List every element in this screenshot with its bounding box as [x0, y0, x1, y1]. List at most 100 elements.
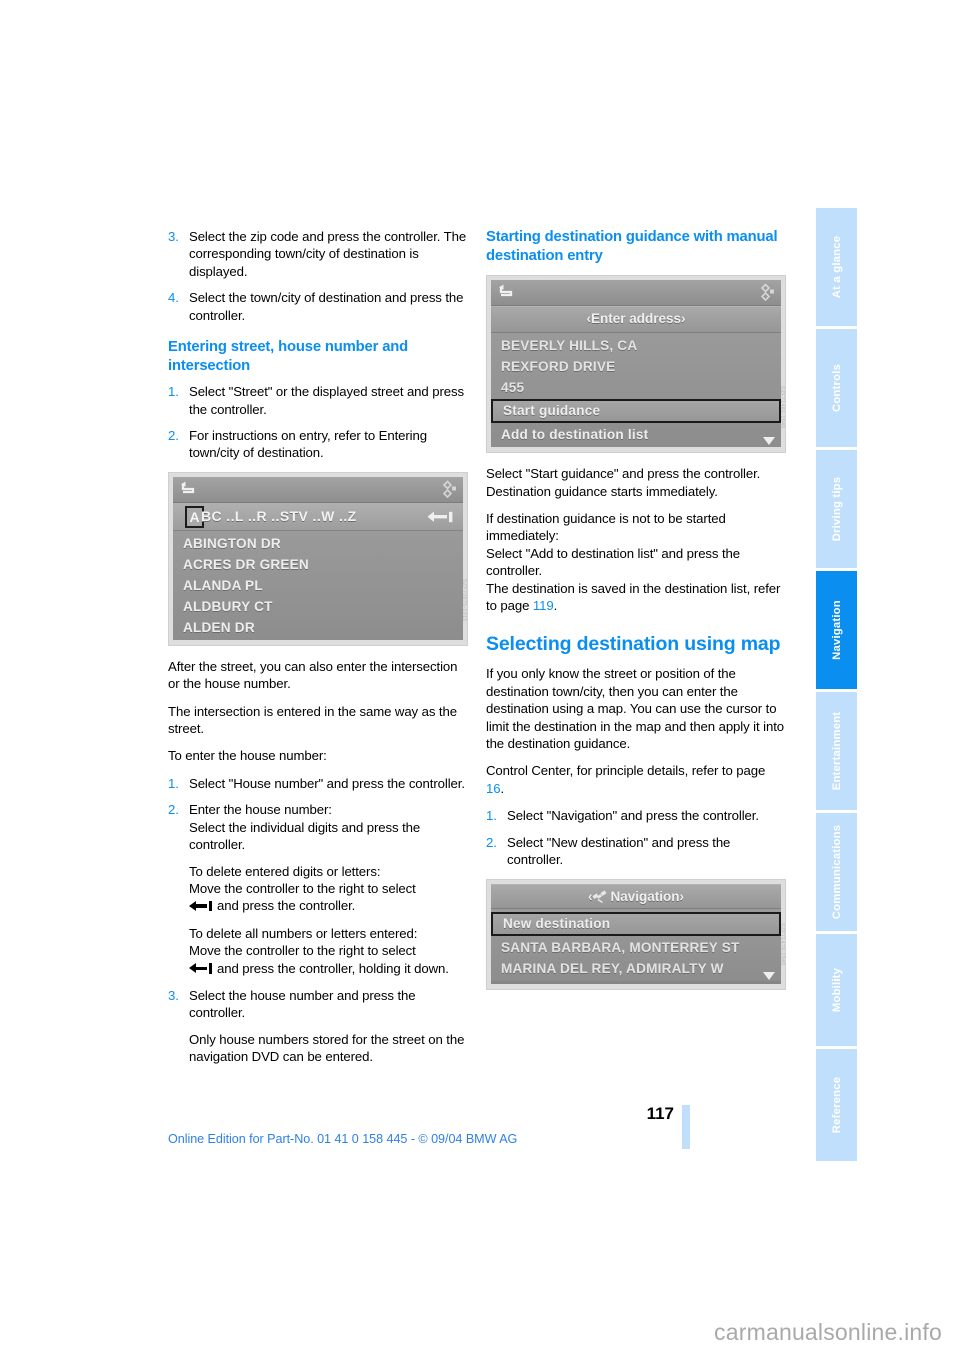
back-arrow-icon[interactable]: [179, 481, 197, 497]
step-text: Select the house number and press the co…: [189, 987, 416, 1021]
para-map-intro: If you only know the street or position …: [486, 666, 784, 752]
step-number: 2.: [168, 802, 179, 818]
idrive-topbar: [491, 280, 781, 307]
idrive-screen-navigation: ‹ Navigation› New destination SANTA BARB: [491, 883, 781, 984]
figure-enter-address: ‹Enter address› BEVERLY HILLS, CA REXFOR…: [486, 275, 786, 454]
para-control-center: Control Center, for principle details, r…: [486, 762, 786, 797]
heading-start-guidance: Starting destination guidance with manua…: [486, 229, 778, 264]
street-result-list[interactable]: ABINGTON DR ACRES DR GREEN ALANDA PL ALD…: [173, 530, 463, 640]
new-destination-item[interactable]: New destination: [491, 911, 781, 936]
step-select-street: 1. Select "Street" or the displayed stre…: [168, 383, 468, 418]
delete-arrow-icon[interactable]: [427, 510, 455, 523]
page-reference-16[interactable]: 16: [486, 781, 501, 796]
list-item[interactable]: SANTA BARBARA, MONTERREY ST: [491, 937, 781, 958]
page-reference-119[interactable]: 119: [533, 598, 554, 613]
heading-entering-street: Entering street, house number and inters…: [168, 339, 409, 374]
step-text: Select "House number" and press the cont…: [189, 775, 465, 791]
para-if-not-immediate: If destination guidance is not to be sta…: [486, 511, 726, 544]
tab-title: Enter address: [590, 311, 682, 327]
online-edition-note: Online Edition for Part-No. 01 41 0 158 …: [168, 1132, 518, 1146]
manual-page: 3. Select the zip code and press the con…: [0, 0, 960, 1358]
left-column: 3. Select the zip code and press the con…: [168, 228, 468, 1076]
step-house-number-select: 1. Select "House number" and press the c…: [168, 775, 468, 792]
sidebar-tab-communications[interactable]: Communications: [816, 813, 857, 931]
joystick-icon: [438, 480, 457, 499]
step-number: 1.: [168, 775, 179, 791]
step-text-line1: Enter the house number:: [189, 802, 332, 818]
para-guidance-starts: Destination guidance starts immediately.: [486, 483, 718, 499]
delete-all-line2: Move the controller to the right to sele…: [189, 943, 416, 959]
step-text: Select "New destination" and press the c…: [507, 834, 731, 868]
tab-title: Navigation: [610, 888, 680, 904]
para-house-note: Only house numbers stored for the street…: [189, 1031, 465, 1065]
delete-arrow-icon: [189, 963, 215, 974]
page-edge-marker: [682, 1105, 690, 1149]
control-suffix: .: [500, 780, 505, 796]
step-select-town: 4. Select the town/city of destination a…: [168, 289, 468, 324]
para-add-to-list: Select "Add to destination list" and pre…: [486, 545, 741, 579]
list-item[interactable]: ALDEN DR: [173, 617, 463, 638]
saved-prefix: The destination is saved in the destinat…: [486, 580, 781, 614]
step-number: 4.: [168, 290, 179, 306]
step-select-navigation: 1. Select "Navigation" and press the con…: [486, 807, 786, 824]
figure-caption: SZF71478-1945: [779, 922, 785, 966]
sidebar-tab-at-a-glance[interactable]: At a glance: [816, 208, 857, 326]
heading-selecting-map: Selecting destination using map: [486, 633, 781, 656]
step-enter-house-number: 2. Enter the house number: Select the in…: [168, 801, 468, 853]
idrive-topbar: [173, 476, 463, 503]
divider: [491, 980, 781, 984]
idrive-screen-address: ‹Enter address› BEVERLY HILLS, CA REXFOR…: [491, 280, 781, 448]
delete-all-line1: To delete all numbers or letters entered…: [189, 925, 418, 941]
step-number: 3.: [168, 987, 179, 1003]
para-select-start-guidance: Select "Start guidance" and press the co…: [486, 466, 761, 482]
idrive-tab-enter-address[interactable]: ‹Enter address›: [491, 306, 781, 334]
sidebar-tab-driving-tips[interactable]: Driving tips: [816, 450, 857, 568]
list-item[interactable]: 455: [491, 377, 781, 398]
site-watermark: carmanualsonline.info: [714, 1319, 942, 1345]
step-number: 1.: [168, 384, 179, 400]
step-number: 2.: [486, 834, 497, 850]
add-to-destination-list-item[interactable]: Add to destination list: [491, 424, 781, 445]
next-arrow-icon[interactable]: ›: [680, 889, 685, 904]
sidebar-tab-mobility[interactable]: Mobility: [816, 934, 857, 1046]
step-select-house-number: 3. Select the house number and press the…: [168, 987, 468, 1022]
step-text: Select the town/city of destination and …: [189, 290, 464, 323]
list-item[interactable]: BEVERLY HILLS, CA: [491, 335, 781, 356]
start-guidance-item[interactable]: Start guidance: [491, 399, 781, 424]
para-to-enter-house: To enter the house number:: [168, 748, 327, 764]
sidebar-tab-navigation[interactable]: Navigation: [816, 571, 857, 689]
para-intersection: The intersection is entered in the same …: [168, 703, 457, 737]
list-item[interactable]: ALANDA PL: [173, 575, 463, 596]
step-text: For instructions on entry, refer to Ente…: [189, 428, 427, 461]
address-summary-list[interactable]: BEVERLY HILLS, CA REXFORD DRIVE 455 Star…: [491, 333, 781, 448]
step-select-new-destination: 2. Select "New destination" and press th…: [486, 834, 786, 869]
idrive-tab-navigation[interactable]: ‹ Navigation›: [491, 883, 781, 909]
scroll-down-icon[interactable]: [763, 971, 775, 980]
page-number: 117: [646, 1104, 674, 1123]
step-number: 2.: [168, 428, 179, 444]
step-zip-code: 3. Select the zip code and press the con…: [168, 228, 468, 280]
sidebar-tab-entertainment[interactable]: Entertainment: [816, 692, 857, 810]
figure-street-list: A BC ..L ..R ..STV ..W ..Z ABINGTON DR A…: [168, 471, 468, 646]
navigation-destination-list[interactable]: New destination SANTA BARBARA, MONTERREY…: [491, 908, 781, 981]
delete-digits-line1: To delete entered digits or letters:: [189, 863, 381, 879]
saved-suffix: .: [553, 598, 558, 614]
idrive-screen-street: A BC ..L ..R ..STV ..W ..Z ABINGTON DR A…: [173, 476, 463, 640]
list-item[interactable]: REXFORD DRIVE: [491, 356, 781, 377]
para-after-street: After the street, you can also enter the…: [168, 658, 458, 692]
scroll-down-icon[interactable]: [763, 437, 775, 446]
next-arrow-icon[interactable]: ›: [681, 311, 686, 326]
speller-letters[interactable]: BC ..L ..R ..STV ..W ..Z: [201, 508, 357, 524]
delete-digits-line2: Move the controller to the right to sele…: [189, 880, 416, 896]
section-tabs-sidebar: At a glance Controls Driving tips Naviga…: [816, 208, 857, 1161]
sidebar-tab-controls[interactable]: Controls: [816, 329, 857, 447]
back-arrow-icon[interactable]: [497, 284, 515, 300]
figure-navigation-menu: ‹ Navigation› New destination SANTA BARB: [486, 878, 786, 990]
list-item[interactable]: ALDBURY CT: [173, 596, 463, 617]
list-item[interactable]: ABINGTON DR: [173, 533, 463, 554]
joystick-icon: [756, 283, 775, 302]
para-delete-all: To delete all numbers or letters entered…: [189, 925, 468, 977]
list-item[interactable]: ACRES DR GREEN: [173, 554, 463, 575]
idrive-speller-row[interactable]: A BC ..L ..R ..STV ..W ..Z: [173, 502, 463, 531]
list-item[interactable]: MARINA DEL REY, ADMIRALTY W: [491, 958, 781, 979]
